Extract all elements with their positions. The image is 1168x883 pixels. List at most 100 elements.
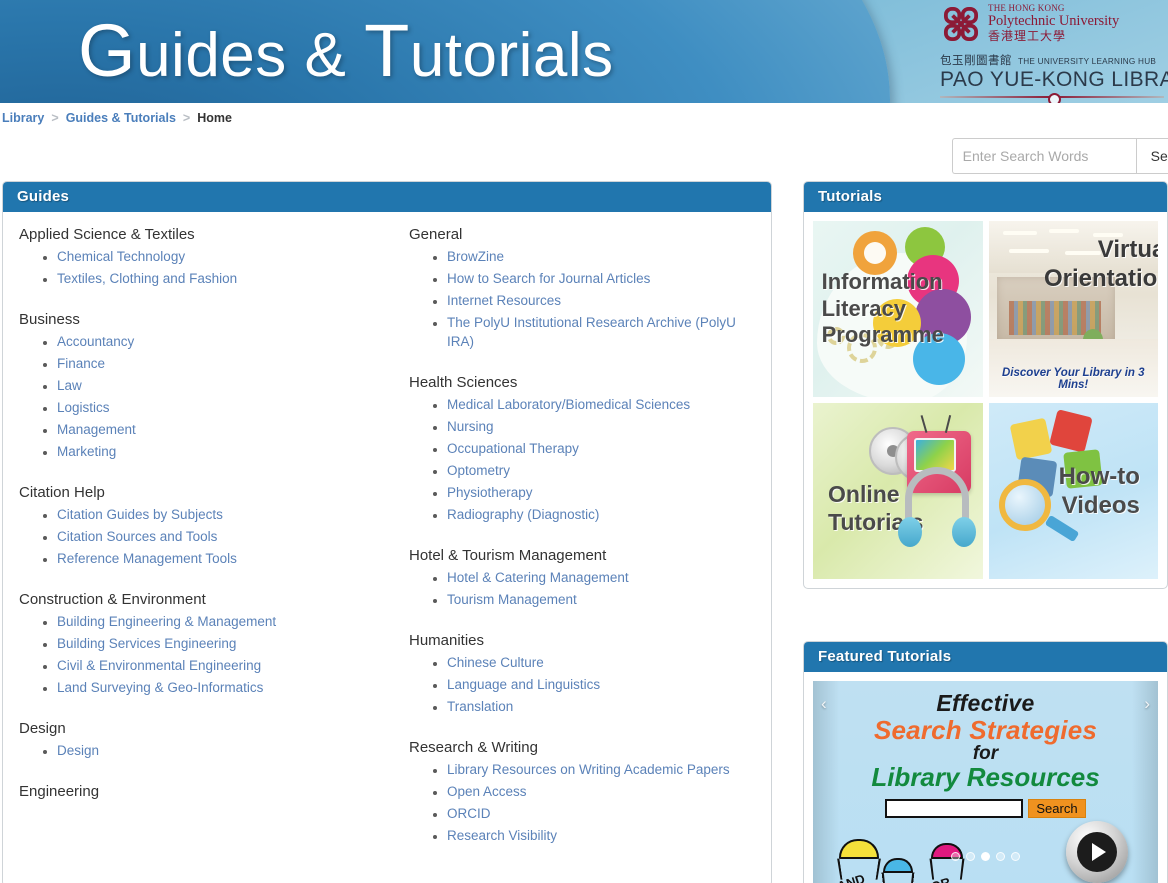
breadcrumb-item-guides-tutorials[interactable]: Guides & Tutorials [66, 111, 176, 125]
guides-columns: Applied Science & Textiles Chemical Tech… [19, 226, 755, 868]
university-name-chinese: 香港理工大學 [988, 29, 1067, 43]
subject-link-list: Chemical Technology Textiles, Clothing a… [19, 247, 387, 291]
guide-link[interactable]: Building Services Engineering [57, 636, 236, 651]
tutorial-tile-how-to-videos[interactable]: How-to Videos [988, 403, 1158, 579]
guide-link[interactable]: Medical Laboratory/Biomedical Sciences [447, 397, 690, 412]
list-item: Research Visibility [447, 826, 755, 848]
university-line2: Polytechnic University [988, 13, 1120, 29]
breadcrumb-item-library[interactable]: Library [2, 111, 44, 125]
carousel-prev-arrow-icon[interactable]: ‹ [821, 695, 827, 712]
featured-carousel[interactable]: ‹ › Effective Search Strategies for Libr… [813, 681, 1158, 883]
guide-link[interactable]: Nursing [447, 419, 494, 434]
tutorial-tile-virtual-orientation[interactable]: Virtual Orientation Discover Your Librar… [988, 221, 1158, 397]
puzzle-piece-icon [1048, 409, 1093, 453]
tile-line-3: Programme [821, 322, 944, 348]
search-input[interactable] [951, 138, 1136, 174]
guide-link[interactable]: ORCID [447, 806, 491, 821]
subject-group: Research & Writing Library Resources on … [409, 739, 755, 848]
antenna [944, 415, 951, 433]
page-title-cap-t: T [364, 9, 410, 92]
guide-link[interactable]: Hotel & Catering Management [447, 570, 629, 585]
list-item: Land Surveying & Geo-Informatics [57, 678, 387, 700]
guide-link[interactable]: Building Engineering & Management [57, 614, 276, 629]
tutorials-panel-header: Tutorials [804, 182, 1167, 212]
university-line1: The Hong Kong [988, 3, 1065, 13]
carousel-next-arrow-icon[interactable]: › [1144, 695, 1150, 712]
guide-link[interactable]: Civil & Environmental Engineering [57, 658, 261, 673]
guide-link[interactable]: The PolyU Institutional Research Archive… [447, 315, 736, 349]
slide-search-graphic: Search [813, 799, 1158, 818]
guide-link[interactable]: Citation Guides by Subjects [57, 507, 223, 522]
guide-link[interactable]: Finance [57, 356, 105, 371]
guide-link[interactable]: How to Search for Journal Articles [447, 271, 650, 286]
magnifier-icon [998, 479, 1051, 531]
guide-link[interactable]: Citation Sources and Tools [57, 529, 217, 544]
list-item: Building Engineering & Management [57, 612, 387, 634]
tile-line-2: Videos [1061, 492, 1140, 519]
guide-link[interactable]: Design [57, 743, 99, 758]
list-item: Open Access [447, 782, 755, 804]
university-name-block: The Hong Kong Polytechnic University 香港理… [988, 2, 1119, 43]
page-title-tutorials: utorials [409, 21, 614, 90]
guide-link[interactable]: Reference Management Tools [57, 551, 237, 566]
carousel-dot[interactable] [996, 852, 1005, 861]
guide-link[interactable]: Textiles, Clothing and Fashion [57, 271, 237, 286]
guide-link[interactable]: BrowZine [447, 249, 504, 264]
guide-link[interactable]: Optometry [447, 463, 510, 478]
guide-link[interactable]: Accountancy [57, 334, 134, 349]
tutorial-tile-information-literacy-programme[interactable]: Information Literacy Programme [813, 221, 983, 397]
carousel-dot[interactable] [1011, 852, 1020, 861]
guide-link[interactable]: Chemical Technology [57, 249, 185, 264]
page-title: Guides & Tutorials [78, 8, 614, 93]
tile-line-1: How-to [1058, 462, 1140, 490]
tile-line-1: Virtual [1097, 236, 1158, 263]
guide-link[interactable]: Library Resources on Writing Academic Pa… [447, 762, 730, 777]
list-item: Design [57, 741, 387, 763]
subject-title: Humanities [409, 632, 485, 649]
tutorial-tile-caption: Discover Your Library in 3 Mins! [1001, 367, 1145, 391]
guide-link[interactable]: Research Visibility [447, 828, 557, 843]
guide-link[interactable]: Open Access [447, 784, 527, 799]
list-item: Tourism Management [447, 590, 755, 612]
guide-link[interactable]: Chinese Culture [447, 655, 544, 670]
logo-divider-rule [940, 93, 1164, 103]
subject-link-list: Building Engineering & Management Buildi… [19, 612, 387, 700]
tutorial-tile-label: Information Literacy Programme [822, 269, 944, 349]
carousel-dot-active[interactable] [981, 852, 990, 861]
list-item: Medical Laboratory/Biomedical Sciences [447, 395, 755, 417]
subject-group: Business Accountancy Finance Law Logisti… [19, 311, 387, 464]
page-title-guides: uides [136, 21, 287, 90]
subject-group: Applied Science & Textiles Chemical Tech… [19, 226, 387, 291]
carousel-dot[interactable] [951, 852, 960, 861]
library-logo[interactable]: The Hong Kong Polytechnic University 香港理… [940, 2, 1168, 103]
guide-link[interactable]: Logistics [57, 400, 110, 415]
earcup [952, 517, 976, 547]
tutorials-column: Tutorials Information Literacy Programme… [803, 181, 1168, 883]
subject-title: Applied Science & Textiles [19, 226, 195, 243]
guide-link[interactable]: Marketing [57, 444, 116, 459]
carousel-dot[interactable] [966, 852, 975, 861]
play-button[interactable] [1066, 821, 1128, 883]
guide-link[interactable]: Translation [447, 699, 513, 714]
tutorial-tile-online-tutorials[interactable]: Online Tutorials [813, 403, 983, 579]
guide-link[interactable]: Physiotherapy [447, 485, 533, 500]
slide-line-1: Effective [936, 690, 1035, 716]
library-name-row: 包玉剛圖書館 THE UNIVERSITY LEARNING HUB [940, 52, 1164, 68]
antenna [920, 415, 927, 433]
subject-group: Health Sciences Medical Laboratory/Biome… [409, 374, 755, 527]
tutorial-tile-label: How-to Videos [1059, 462, 1140, 521]
guide-link[interactable]: Radiography (Diagnostic) [447, 507, 599, 522]
polyu-knot-icon [943, 6, 979, 42]
subject-title: Construction & Environment [19, 591, 206, 608]
list-item: Optometry [447, 461, 755, 483]
guide-link[interactable]: Tourism Management [447, 592, 577, 607]
list-item: BrowZine [447, 247, 755, 269]
guide-link[interactable]: Law [57, 378, 82, 393]
guide-link[interactable]: Land Surveying & Geo-Informatics [57, 680, 263, 695]
subject-group: Engineering [19, 783, 387, 800]
guide-link[interactable]: Internet Resources [447, 293, 561, 308]
guide-link[interactable]: Language and Linguistics [447, 677, 600, 692]
guide-link[interactable]: Management [57, 422, 136, 437]
guide-link[interactable]: Occupational Therapy [447, 441, 579, 456]
search-button[interactable]: Search [1135, 138, 1168, 174]
